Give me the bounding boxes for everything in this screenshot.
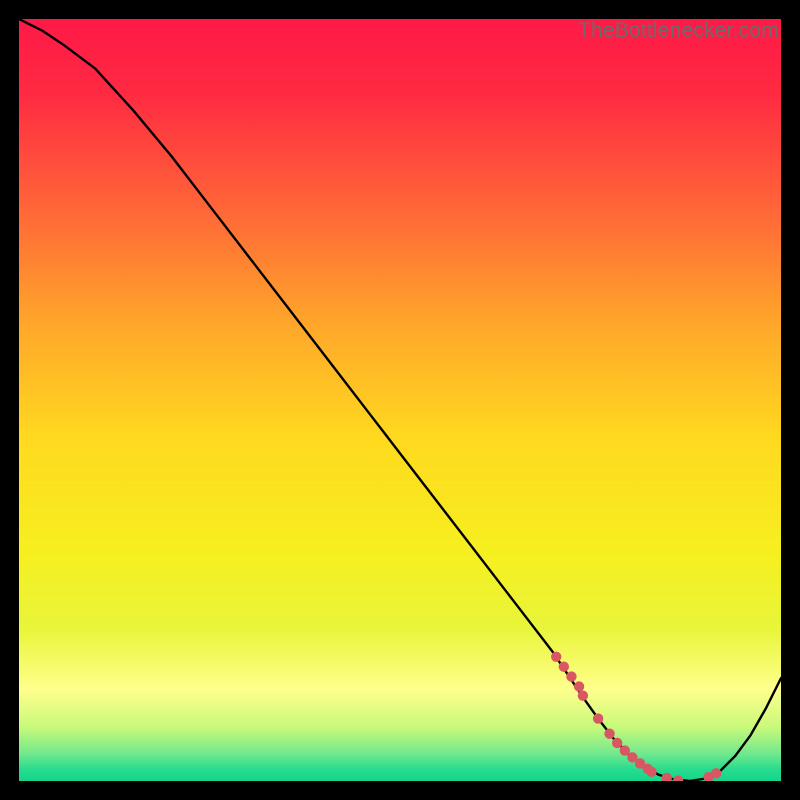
highlight-point [646, 767, 656, 777]
highlight-point [578, 690, 588, 700]
highlight-point [566, 671, 576, 681]
chart-plot [19, 19, 781, 781]
highlight-point [551, 652, 561, 662]
highlight-point [559, 662, 569, 672]
chart-frame: TheBottlenecker.com [19, 19, 781, 781]
gradient-background [19, 19, 781, 781]
highlight-point [604, 729, 614, 739]
watermark-text: TheBottlenecker.com [578, 19, 779, 43]
highlight-point [574, 681, 584, 691]
highlight-point [612, 738, 622, 748]
highlight-point [593, 713, 603, 723]
highlight-point [711, 768, 721, 778]
